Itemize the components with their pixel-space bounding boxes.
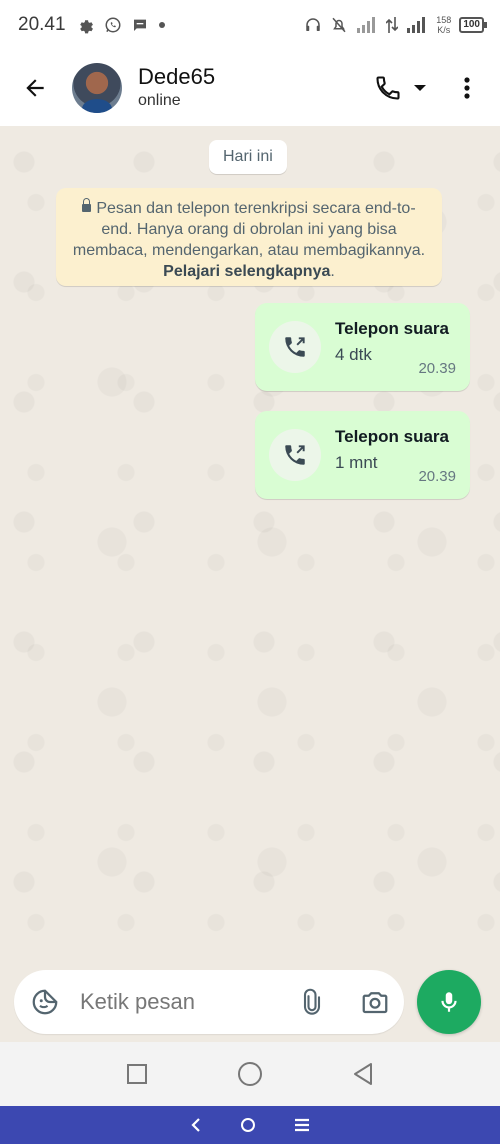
composer <box>0 960 500 1042</box>
message-icon <box>132 17 148 33</box>
back-nav-button[interactable] <box>333 1049 393 1099</box>
contact-name: Dede65 <box>138 64 216 89</box>
host-home-button[interactable] <box>240 1117 256 1133</box>
recent-apps-button[interactable] <box>107 1049 167 1099</box>
net-speed: 158 K/s <box>436 15 451 35</box>
signal-icon <box>356 17 378 33</box>
message-input[interactable] <box>78 988 282 1016</box>
mic-icon <box>441 992 457 1012</box>
voice-message-button[interactable] <box>417 970 481 1034</box>
host-navigation-bar <box>0 1106 500 1144</box>
call-options-dropdown[interactable] <box>408 66 432 110</box>
host-menu-button[interactable] <box>294 1118 310 1132</box>
status-time: 20.41 <box>18 14 66 35</box>
status-bar: 20.41 158 K/s 100 <box>0 0 500 50</box>
lock-icon <box>82 198 92 212</box>
more-vert-icon <box>464 77 470 99</box>
message-time: 20.39 <box>418 360 456 377</box>
home-button[interactable] <box>220 1049 280 1099</box>
sticker-button[interactable] <box>30 987 60 1017</box>
camera-button[interactable] <box>360 987 390 1017</box>
call-message[interactable]: Telepon suara 1 mnt 20.39 <box>255 411 470 499</box>
data-arrows-icon <box>386 17 399 33</box>
call-title: Telepon suara <box>335 319 449 338</box>
navigation-bar <box>0 1042 500 1106</box>
call-info: Telepon suara 1 mnt 20.39 <box>335 425 458 485</box>
chat-area[interactable]: Hari ini Pesan dan telepon terenkripsi s… <box>0 126 500 976</box>
dot-icon <box>158 21 166 29</box>
call-title: Telepon suara <box>335 427 449 446</box>
menu-icon <box>295 1118 309 1132</box>
voice-call-button[interactable] <box>374 66 402 110</box>
more-options-button[interactable] <box>452 66 482 110</box>
camera-icon <box>362 992 388 1014</box>
avatar[interactable] <box>72 63 122 113</box>
mute-icon <box>330 16 348 34</box>
date-chip: Hari ini <box>209 140 287 174</box>
net-speed-unit: K/s <box>437 25 451 35</box>
attach-icon <box>303 988 321 1015</box>
signal-4g-icon <box>406 17 428 33</box>
learn-more-link[interactable]: Pelajari selengkapnya <box>163 263 330 280</box>
status-left: 20.41 <box>18 14 166 36</box>
chevron-left-icon <box>191 1118 200 1132</box>
encryption-notice-text: Pesan dan telepon terenkripsi secara end… <box>72 200 426 259</box>
sticker-icon <box>32 989 58 1015</box>
back-arrow-icon <box>26 79 44 97</box>
phone-icon <box>376 76 400 100</box>
whatsapp-icon <box>104 16 122 34</box>
gear-icon <box>76 16 94 34</box>
encryption-notice[interactable]: Pesan dan telepon terenkripsi secara end… <box>56 188 442 286</box>
outgoing-call-icon <box>269 429 321 481</box>
circle-icon <box>241 1118 255 1132</box>
header-actions <box>374 66 482 110</box>
composer-pill <box>14 970 404 1034</box>
home-icon <box>237 1062 262 1086</box>
recent-apps-icon <box>126 1064 147 1084</box>
headset-icon <box>304 16 322 34</box>
message-time: 20.39 <box>418 468 456 485</box>
back-button[interactable] <box>12 58 58 118</box>
status-right: 158 K/s 100 <box>304 15 487 35</box>
chat-header: Dede65 online <box>0 50 500 126</box>
battery-icon: 100 <box>459 17 487 33</box>
notice-period: . <box>330 263 335 280</box>
dropdown-icon <box>414 85 426 91</box>
outgoing-call-icon <box>269 321 321 373</box>
call-info: Telepon suara 4 dtk 20.39 <box>335 317 458 377</box>
host-back-button[interactable] <box>190 1117 202 1133</box>
call-message[interactable]: Telepon suara 4 dtk 20.39 <box>255 303 470 391</box>
net-speed-value: 158 <box>436 15 452 25</box>
back-icon <box>354 1063 373 1085</box>
contact-info[interactable]: Dede65 online <box>138 64 215 112</box>
contact-status: online <box>138 92 181 109</box>
attach-button[interactable] <box>298 988 326 1016</box>
